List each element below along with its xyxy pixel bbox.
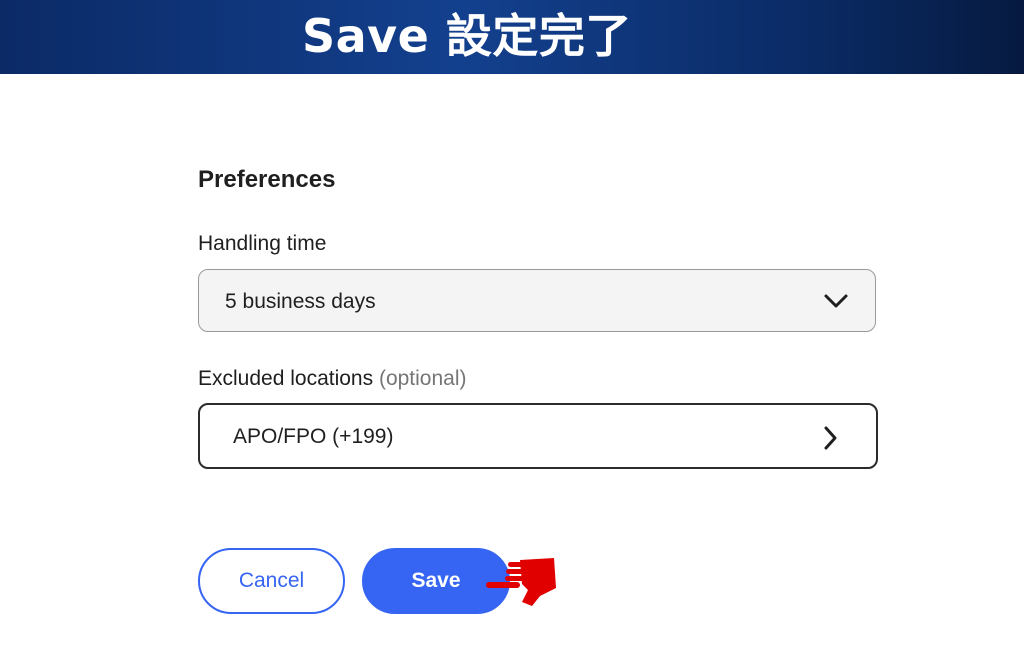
optional-hint: (optional) (378, 367, 467, 390)
excluded-locations-label: Excluded locations (optional) (198, 367, 467, 391)
chevron-down-icon (824, 294, 848, 308)
handling-time-select[interactable]: 5 business days (198, 269, 876, 332)
pointing-hand-icon (486, 558, 556, 606)
handling-time-label: Handling time (198, 232, 327, 255)
chevron-right-icon (824, 426, 837, 450)
instruction-banner: Save 設定完了 (0, 0, 1024, 74)
excluded-locations-label-text: Excluded locations (198, 367, 374, 390)
excluded-locations-value: APO/FPO (+199) (233, 425, 394, 448)
handling-time-value: 5 business days (225, 290, 376, 313)
banner-title: Save 設定完了 (302, 9, 632, 63)
cancel-button[interactable]: Cancel (198, 548, 345, 614)
excluded-locations-field[interactable]: APO/FPO (+199) (198, 403, 878, 469)
section-title: Preferences (198, 166, 336, 193)
